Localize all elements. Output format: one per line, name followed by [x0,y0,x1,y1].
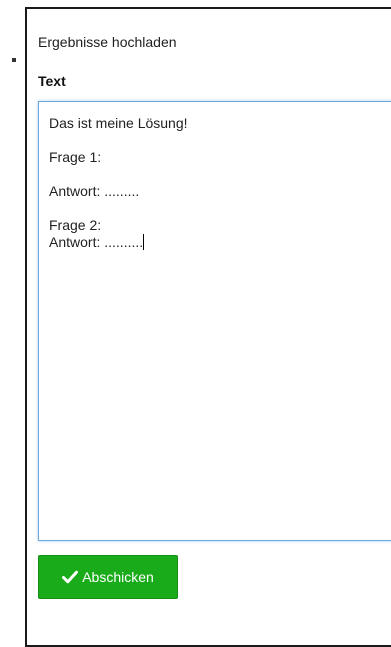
panel-title: Ergebnisse hochladen [38,34,177,50]
text-field-label: Text [38,73,66,89]
submit-button[interactable]: Abschicken [38,555,178,599]
text-line: Frage 2: [49,217,102,233]
text-line: Das ist meine Lösung! [49,115,188,131]
text-line: Antwort: ......... [49,183,140,199]
text-input[interactable]: Das ist meine Lösung! Frage 1: Antwort: … [38,101,391,541]
text-line: Frage 1: [49,149,102,165]
text-line: Antwort: .......... [49,234,144,250]
margin-marker [12,58,16,62]
submit-button-label: Abschicken [82,569,154,585]
text-caret [143,234,145,250]
check-icon [62,570,79,584]
upload-panel: Ergebnisse hochladen Text Das ist meine … [25,7,391,647]
